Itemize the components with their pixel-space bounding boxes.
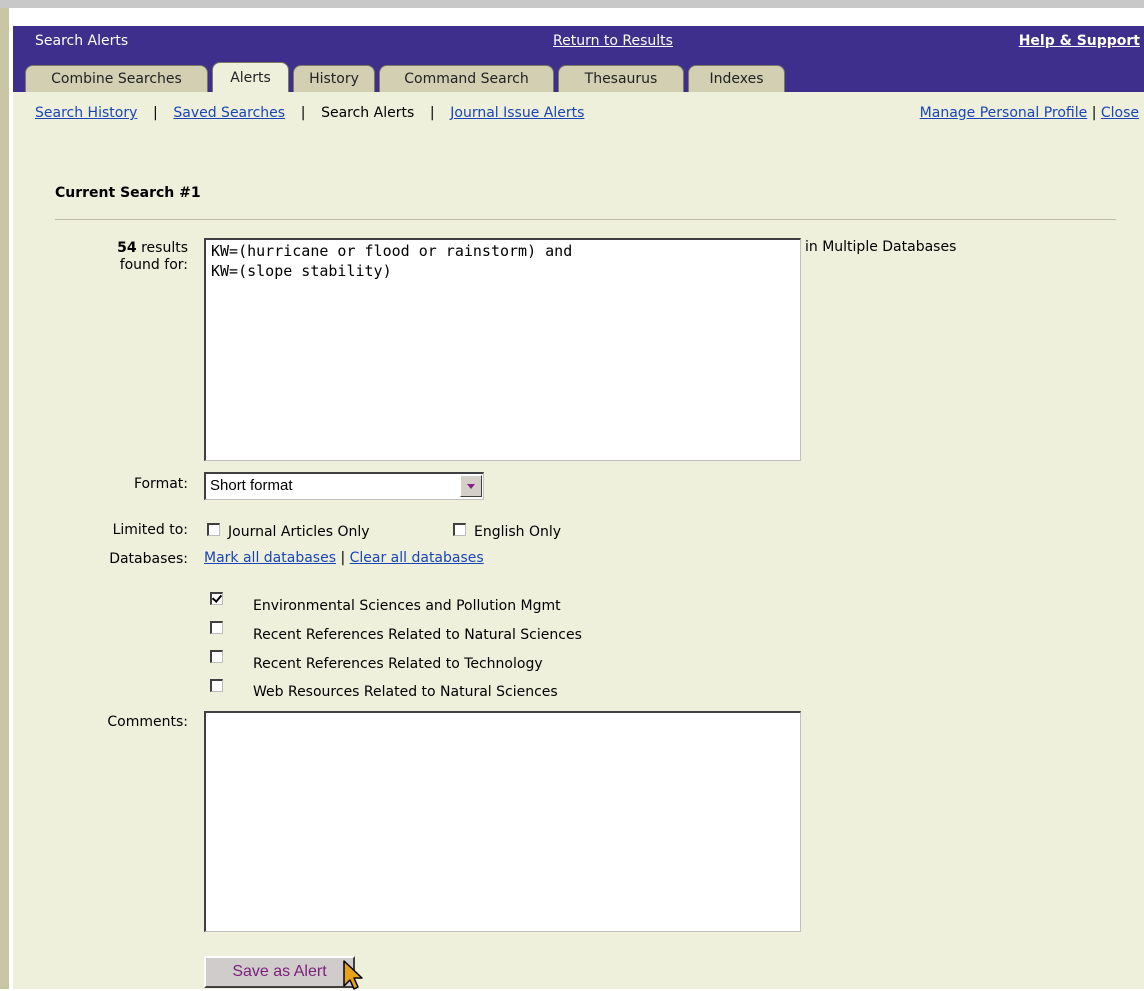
limited-to-label: Limited to:	[112, 522, 188, 538]
separator: |	[340, 550, 346, 566]
top-frame-strip	[0, 0, 1144, 8]
mark-all-databases-link[interactable]: Mark all databases	[204, 550, 336, 566]
left-frame-edge	[0, 8, 9, 989]
tab-history[interactable]: History	[293, 65, 375, 92]
results-count-label: 54 results found for:	[117, 240, 188, 274]
content-panel: Search History | Saved Searches | Search Ale…	[13, 92, 1144, 990]
comments-label: Comments:	[107, 714, 188, 730]
database-checkbox-web-resources[interactable]	[210, 679, 223, 692]
format-label: Format:	[133, 476, 188, 492]
separator: |	[300, 105, 306, 121]
database-label-web-resources: Web Resources Related to Natural Science…	[253, 684, 558, 700]
databases-label: Databases:	[109, 551, 188, 567]
results-count: 54	[117, 240, 137, 256]
format-selected-value: Short format	[210, 477, 293, 494]
database-checkbox-technology[interactable]	[210, 650, 223, 663]
sub-navigation: Search History | Saved Searches | Search Ale…	[35, 105, 584, 121]
search-alerts-current: Search Alerts	[321, 105, 415, 121]
in-databases-text: in Multiple Databases	[805, 239, 957, 255]
database-links: Mark all databases | Clear all databases	[204, 550, 484, 566]
journal-articles-checkbox[interactable]	[207, 523, 220, 536]
return-to-results-link[interactable]: Return to Results	[553, 33, 673, 49]
tab-combine-searches[interactable]: Combine Searches	[25, 65, 208, 92]
database-checkbox-natural-sciences[interactable]	[210, 621, 223, 634]
database-label-environmental: Environmental Sciences and Pollution Mgm…	[253, 598, 561, 614]
format-select[interactable]: Short format	[204, 472, 484, 500]
journal-articles-label: Journal Articles Only	[228, 524, 370, 540]
section-heading: Current Search #1	[55, 185, 201, 201]
search-query-textarea[interactable]: KW=(hurricane or flood or rainstorm) and…	[204, 238, 801, 461]
english-only-checkbox[interactable]	[453, 523, 466, 536]
results-suffix: results	[136, 240, 188, 256]
tab-command-search[interactable]: Command Search	[379, 65, 554, 92]
found-for-label: found for:	[119, 257, 188, 273]
tab-bar: Combine Searches Alerts History Command …	[13, 56, 1144, 92]
manage-personal-profile-link[interactable]: Manage Personal Profile	[920, 105, 1088, 121]
database-checkbox-environmental[interactable]	[210, 592, 223, 605]
clear-all-databases-link[interactable]: Clear all databases	[350, 550, 484, 566]
divider	[55, 219, 1116, 220]
profile-links: Manage Personal Profile | Close	[920, 105, 1139, 121]
close-link[interactable]: Close	[1101, 105, 1139, 121]
database-label-natural-sciences: Recent References Related to Natural Sci…	[253, 627, 582, 643]
help-support-link[interactable]: Help & Support	[1019, 33, 1140, 49]
comments-textarea[interactable]	[204, 711, 801, 932]
title-bar: Search Alerts Return to Results Help & S…	[13, 26, 1144, 56]
database-label-technology: Recent References Related to Technology	[253, 656, 543, 672]
journal-issue-alerts-link[interactable]: Journal Issue Alerts	[450, 105, 584, 121]
english-only-label: English Only	[474, 524, 562, 540]
tab-thesaurus[interactable]: Thesaurus	[558, 65, 684, 92]
app-window: Search Alerts Return to Results Help & S…	[0, 0, 1144, 990]
save-as-alert-button[interactable]: Save as Alert	[204, 956, 355, 988]
chevron-down-icon[interactable]	[460, 475, 482, 497]
search-history-link[interactable]: Search History	[35, 105, 137, 121]
tab-indexes[interactable]: Indexes	[688, 65, 785, 92]
mouse-pointer-icon	[343, 960, 363, 990]
separator: |	[153, 105, 158, 121]
saved-searches-link[interactable]: Saved Searches	[173, 105, 285, 121]
separator: |	[429, 105, 435, 121]
page-title: Search Alerts	[35, 33, 129, 49]
tab-alerts[interactable]: Alerts	[212, 62, 289, 92]
separator: |	[1091, 105, 1097, 121]
